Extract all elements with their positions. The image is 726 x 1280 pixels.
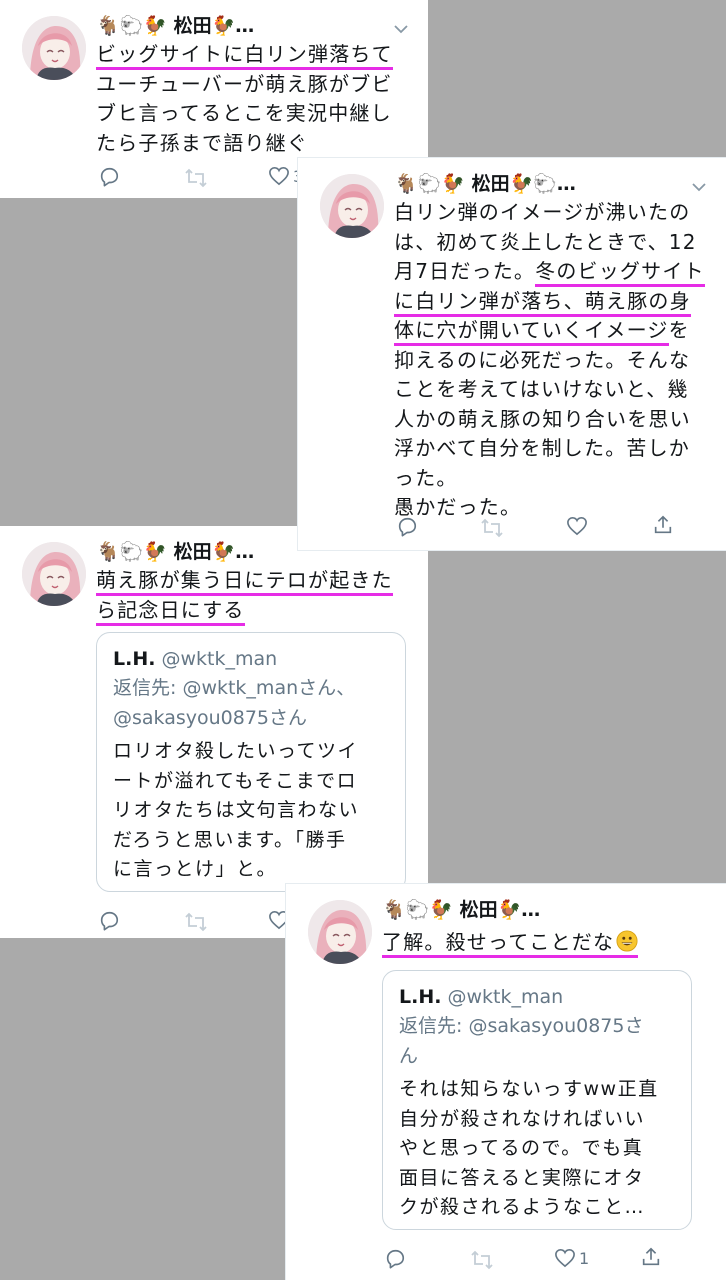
- avatar-illustration: [308, 900, 372, 964]
- like-button[interactable]: 1: [554, 1248, 589, 1268]
- author-name[interactable]: 🐐🐑🐓 松田🐓…: [382, 898, 540, 922]
- reply-button[interactable]: [384, 1248, 406, 1270]
- like-count: 1: [579, 1248, 590, 1268]
- quoted-text-line: 面目に答えると実際にオタ: [399, 1166, 645, 1189]
- highlighted-text: ら記念日にする: [96, 597, 245, 626]
- tweet-text-line: は、初めて炎上したときで、12: [394, 229, 697, 254]
- tweet-text: 了解。殺せってことだな: [382, 928, 639, 958]
- tweet-text-segment: を: [668, 318, 690, 342]
- chevron-down-icon[interactable]: [690, 180, 708, 194]
- heart-icon: [567, 516, 587, 536]
- quoted-author-name: L.H.: [113, 648, 156, 670]
- tweet-text-line: 白リン弾のイメージが沸いたの: [394, 200, 691, 224]
- avatar[interactable]: [320, 174, 384, 238]
- tweet-text-line: ことを考えてはいけないと、幾: [394, 377, 689, 401]
- quoted-text-line: クが殺されるようなこと…: [399, 1196, 646, 1218]
- quoted-tweet-text: それは知らないっすww正直 自分が殺されなければいい やと思ってるので。でも真 …: [399, 1075, 675, 1223]
- reply-to: 返信先: @sakasyou0875さ ん: [399, 1011, 675, 1071]
- reply-icon: [398, 517, 417, 537]
- retweet-button[interactable]: [184, 168, 208, 188]
- tweet-header: 🐐🐑🐓 松田🐓…: [382, 898, 540, 922]
- tweet-text-line: ユーチューバーが萌え豚がブビ: [96, 71, 393, 96]
- reply-button[interactable]: [396, 516, 418, 538]
- quoted-author-handle: @wktk_man: [447, 986, 564, 1008]
- highlighted-text: 萌え豚が集う日にテロが起きた: [96, 568, 393, 596]
- tweet-text-segment: 了解。殺せってことだな: [382, 930, 615, 954]
- author-name[interactable]: 🐐🐑🐓 松田🐓🐑…: [394, 172, 576, 196]
- reply-to-line: 返信先: @wktk_manさん、: [113, 677, 356, 699]
- tweet-text-segment: 月7日だった。: [394, 259, 536, 283]
- reply-icon: [386, 1249, 405, 1269]
- author-name[interactable]: 🐐🐑🐓 松田🐓…: [96, 14, 254, 38]
- grinning-face-icon: [616, 930, 638, 952]
- reply-icon: [100, 167, 119, 187]
- highlighted-text: 冬のビッグサイト: [535, 259, 705, 287]
- quoted-text-line: 自分が殺されなければいい: [399, 1107, 646, 1130]
- tweet-text-line: 人かの萌え豚の知り合いを思い: [394, 406, 691, 431]
- quoted-tweet[interactable]: L.H. @wktk_man 返信先: @wktk_manさん、 @sakasy…: [96, 632, 406, 892]
- tweet-text: 萌え豚が集う日にテロが起きた ら記念日にする: [96, 566, 393, 626]
- avatar-illustration: [320, 174, 384, 238]
- heart-icon: [555, 1248, 575, 1268]
- tweet-text-line: ブヒ言ってるとこを実況中継し: [96, 101, 392, 125]
- avatar[interactable]: [308, 900, 372, 964]
- heart-icon: [269, 166, 289, 186]
- tweet-header: 🐐🐑🐓 松田🐓🐑…: [394, 172, 576, 196]
- quoted-text-line: に言っとけ」と。: [113, 858, 278, 880]
- retweet-button[interactable]: [184, 912, 208, 932]
- reply-icon: [100, 911, 119, 931]
- tweet-card-4: 🐐🐑🐓 松田🐓… 了解。殺せってことだな L.H. @wktk_man 返信先:…: [286, 884, 726, 1280]
- reply-to-line: @sakasyou0875さん: [113, 707, 308, 729]
- highlighted-text: 了解。殺せってことだな: [382, 930, 639, 958]
- retweet-icon: [481, 518, 503, 538]
- highlighted-text: に白リン弾が落ち、萌え豚の身: [394, 288, 691, 317]
- avatar-illustration: [22, 16, 86, 80]
- quoted-tweet[interactable]: L.H. @wktk_man 返信先: @sakasyou0875さ ん それは…: [382, 970, 692, 1230]
- share-button[interactable]: [640, 1246, 662, 1268]
- highlighted-text: 体に穴が開いていくイメージ: [394, 318, 669, 346]
- tweet-card-3: 🐐🐑🐓 松田🐓… 萌え豚が集う日にテロが起きた ら記念日にする L.H. @wk…: [0, 526, 428, 938]
- reply-to-line: 返信先: @sakasyou0875さ: [399, 1015, 644, 1037]
- quoted-text-line: リオタたちは文句言わない: [113, 799, 360, 821]
- highlighted-text: ビッグサイトに白リン弾落ちて: [96, 42, 393, 70]
- retweet-icon: [471, 1250, 493, 1270]
- tweet-header: 🐐🐑🐓 松田🐓…: [96, 540, 254, 564]
- reply-to-line: ん: [399, 1045, 419, 1067]
- quoted-text-line: ートが溢れてもそこまでロ: [113, 769, 358, 792]
- reply-button[interactable]: [98, 166, 120, 188]
- quoted-text-line: それは知らないっすww正直: [399, 1078, 659, 1100]
- reply-to: 返信先: @wktk_manさん、 @sakasyou0875さん: [113, 673, 389, 733]
- avatar[interactable]: [22, 16, 86, 80]
- tweet-header: 🐐🐑🐓 松田🐓…: [96, 14, 254, 38]
- quoted-author-handle: @wktk_man: [161, 648, 278, 670]
- quoted-text-line: やと思ってるので。でも真: [399, 1137, 644, 1159]
- quoted-text-line: だろうと思います。「勝手: [113, 828, 347, 851]
- chevron-down-icon[interactable]: [392, 22, 410, 36]
- tweet-card-2: 🐐🐑🐓 松田🐓🐑… 白リン弾のイメージが沸いたの は、初めて炎上したときで、12…: [298, 158, 726, 550]
- tweet-text-line: たら子孫まで語り継ぐ: [96, 130, 308, 155]
- retweet-icon: [185, 912, 207, 932]
- retweet-icon: [185, 168, 207, 188]
- avatar-illustration: [22, 542, 86, 606]
- quoted-text-line: ロリオタ殺したいってツイ: [113, 740, 359, 762]
- tweet-text-line: 浮かべて自分を制した。苦しか: [394, 436, 690, 460]
- tweet-text: 白リン弾のイメージが沸いたの は、初めて炎上したときで、12 月7日だった。冬の…: [394, 198, 705, 523]
- share-icon: [642, 1247, 660, 1266]
- retweet-button[interactable]: [470, 1250, 494, 1270]
- quoted-tweet-text: ロリオタ殺したいってツイ ートが溢れてもそこまでロ リオタたちは文句言わない だ…: [113, 737, 389, 885]
- author-name[interactable]: 🐐🐑🐓 松田🐓…: [96, 540, 254, 564]
- tweet-text-line: 抑えるのに必死だった。そんな: [394, 347, 691, 372]
- share-icon: [654, 515, 672, 534]
- reply-button[interactable]: [98, 910, 120, 932]
- share-button[interactable]: [652, 514, 674, 536]
- like-button[interactable]: [566, 516, 588, 536]
- quoted-author-name: L.H.: [399, 986, 442, 1008]
- tweet-text-line: った。: [394, 465, 458, 490]
- avatar[interactable]: [22, 542, 86, 606]
- retweet-button[interactable]: [480, 518, 504, 538]
- tweet-text: ビッグサイトに白リン弾落ちて ユーチューバーが萌え豚がブビ ブヒ言ってるとこを実…: [96, 40, 393, 158]
